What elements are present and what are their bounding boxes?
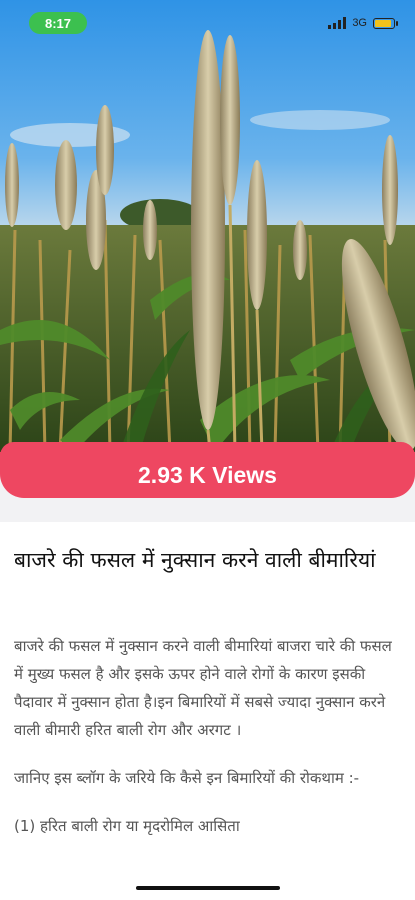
- status-bar: 8:17 3G: [0, 0, 415, 44]
- status-icons: 3G: [328, 16, 398, 30]
- home-indicator[interactable]: [136, 886, 280, 890]
- article-paragraph: (1) हरित बाली रोग या मृदरोमिल आसिता: [14, 817, 240, 835]
- article-title: बाजरे की फसल में नुक्सान करने वाली बीमार…: [14, 548, 376, 572]
- hero-image: [0, 0, 415, 452]
- signal-icon: [328, 17, 347, 29]
- views-count-banner: 2.93 K Views: [0, 442, 415, 498]
- article-card: बाजरे की फसल में नुक्सान करने वाली बीमार…: [0, 522, 415, 900]
- millet-field-illustration: [0, 0, 415, 452]
- article-paragraph: जानिए इस ब्लॉग के जरिये कि कैसे इन बिमार…: [14, 769, 360, 787]
- article-body: बाजरे की फसल में नुक्सान करने वाली बीमार…: [14, 632, 400, 860]
- views-count-label: 2.93 K Views: [138, 461, 277, 488]
- battery-icon: [373, 17, 398, 29]
- article-paragraph: बाजरे की फसल में नुक्सान करने वाली बीमार…: [14, 637, 392, 739]
- network-type: 3G: [352, 17, 367, 29]
- status-time: 8:17: [29, 12, 87, 34]
